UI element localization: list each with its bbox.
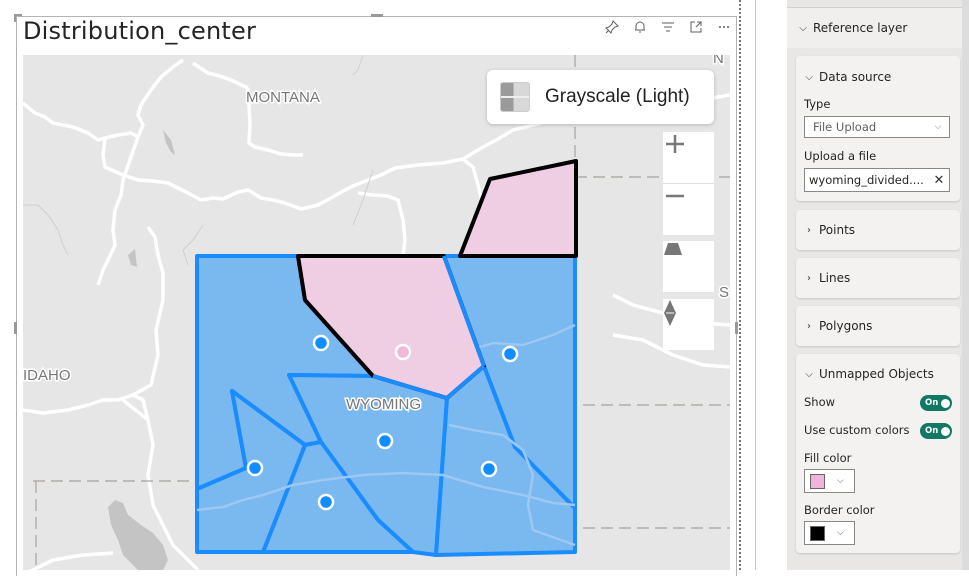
- chevron-down-icon: ⌵: [805, 368, 813, 380]
- zoom-in-button[interactable]: [663, 132, 714, 183]
- map-point-highlighted: [394, 343, 412, 361]
- unmapped-objects-card: ⌵ Unmapped Objects Show On Use custom co…: [796, 354, 960, 553]
- reference-layer-label: Reference layer: [813, 21, 908, 35]
- tilt-icon: [664, 243, 682, 255]
- basemap-thumbnail-icon: [500, 82, 530, 112]
- label-edge-south: S: [719, 284, 729, 301]
- map-point: [376, 432, 394, 450]
- lines-label: Lines: [819, 271, 851, 285]
- chevron-right-icon: ›: [807, 272, 811, 284]
- map-point: [312, 334, 330, 352]
- unmapped-objects-header[interactable]: ⌵ Unmapped Objects: [796, 364, 960, 384]
- data-source-card: ⌵ Data source Type File Upload ⌵ Upload …: [796, 56, 960, 201]
- fill-color-swatch: [810, 473, 825, 489]
- label-idaho: IDAHO: [23, 367, 71, 384]
- basemap-label: Grayscale (Light): [545, 86, 690, 107]
- minor-roads: [23, 55, 374, 266]
- reference-layer-header[interactable]: ⌵ Reference layer: [787, 8, 962, 48]
- points-label: Points: [819, 223, 856, 237]
- data-source-header[interactable]: ⌵ Data source: [796, 67, 960, 87]
- border-color-picker[interactable]: ⌵: [804, 521, 855, 545]
- label-montana: MONTANA: [246, 89, 320, 106]
- focus-mode-icon[interactable]: [687, 18, 705, 36]
- resize-corner[interactable]: [14, 14, 22, 22]
- chevron-down-icon: ⌵: [837, 476, 844, 486]
- map-point: [501, 345, 519, 363]
- map-point: [480, 460, 498, 478]
- polygons-label: Polygons: [819, 319, 873, 333]
- visual-header-icons: [603, 18, 733, 36]
- clear-file-icon[interactable]: ✕: [929, 173, 949, 188]
- pin-icon[interactable]: [603, 18, 621, 36]
- tilt-button[interactable]: [663, 241, 714, 292]
- compass-button[interactable]: [663, 299, 714, 350]
- upload-file-value: wyoming_divided....: [809, 173, 924, 187]
- resize-handle-top[interactable]: [371, 14, 383, 17]
- chevron-down-icon: ⌵: [805, 71, 813, 83]
- type-value: File Upload: [813, 120, 877, 134]
- custom-colors-label: Use custom colors: [804, 423, 910, 437]
- filter-icon[interactable]: [659, 18, 677, 36]
- plus-icon: [666, 135, 684, 153]
- custom-colors-toggle-state: On: [925, 426, 939, 436]
- more-options-icon[interactable]: [715, 18, 733, 36]
- toggle-knob: [941, 398, 951, 408]
- points-header[interactable]: › Points: [796, 220, 960, 240]
- chevron-down-icon: ⌵: [934, 122, 942, 132]
- show-toggle[interactable]: On: [920, 395, 952, 411]
- basemap-selector[interactable]: Grayscale (Light): [487, 70, 714, 124]
- type-label: Type: [804, 97, 831, 111]
- resize-handle-left[interactable]: [14, 322, 17, 334]
- lines-card[interactable]: › Lines: [796, 258, 960, 298]
- label-edge-north: N: [713, 55, 724, 67]
- visual-title: Distribution_center: [23, 17, 257, 45]
- points-card[interactable]: › Points: [796, 210, 960, 250]
- bell-icon[interactable]: [631, 18, 649, 36]
- fill-color-label: Fill color: [804, 451, 852, 465]
- map-canvas[interactable]: MONTANA IDAHO WYOMING N S Grayscale (Lig…: [23, 55, 730, 570]
- upload-label: Upload a file: [804, 149, 877, 163]
- map-point: [246, 459, 264, 477]
- polygons-card[interactable]: › Polygons: [796, 306, 960, 346]
- show-toggle-state: On: [925, 398, 939, 408]
- border-color-swatch: [810, 525, 825, 541]
- toggle-knob: [941, 426, 951, 436]
- zoom-out-button[interactable]: [663, 183, 714, 235]
- data-source-label: Data source: [819, 70, 892, 84]
- map-point: [317, 493, 335, 511]
- pane-scrollbar[interactable]: [962, 0, 969, 570]
- show-label: Show: [804, 395, 836, 409]
- chevron-down-icon: ⌵: [837, 528, 844, 538]
- basemap: MONTANA IDAHO WYOMING N S: [23, 55, 730, 570]
- upload-file-field[interactable]: wyoming_divided.... ✕: [804, 168, 950, 192]
- canvas-border: [739, 0, 741, 570]
- pane-divider: [755, 0, 756, 570]
- unmapped-region: [458, 159, 578, 258]
- chevron-right-icon: ›: [807, 320, 811, 332]
- custom-colors-toggle[interactable]: On: [920, 423, 952, 439]
- fill-color-picker[interactable]: ⌵: [804, 469, 855, 493]
- minus-icon: [666, 194, 684, 198]
- label-wyoming: WYOMING: [346, 396, 421, 413]
- type-dropdown[interactable]: File Upload ⌵: [804, 116, 950, 138]
- chevron-right-icon: ›: [807, 224, 811, 236]
- lines-header[interactable]: › Lines: [796, 268, 960, 288]
- chevron-down-icon: ⌵: [799, 22, 807, 34]
- unmapped-objects-label: Unmapped Objects: [819, 367, 934, 381]
- polygons-header[interactable]: › Polygons: [796, 316, 960, 336]
- border-color-label: Border color: [804, 503, 875, 517]
- resize-handle-right[interactable]: [735, 322, 738, 334]
- compass-icon: [664, 300, 676, 326]
